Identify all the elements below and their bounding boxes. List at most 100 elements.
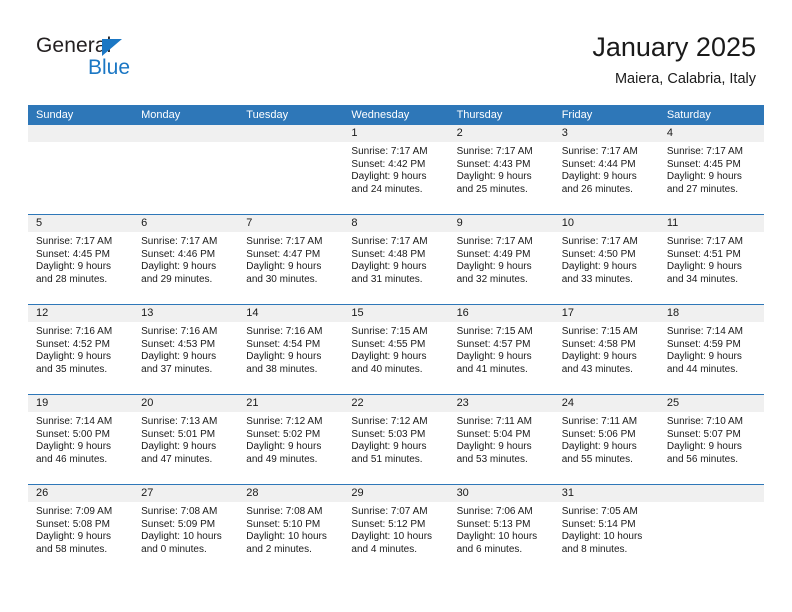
day-number[interactable]: 25	[659, 395, 764, 412]
sunset-text: Sunset: 4:47 PM	[246, 248, 321, 260]
daylight-2-text: and 32 minutes.	[456, 273, 528, 285]
day-cell[interactable]: Sunrise: 7:17 AM Sunset: 4:50 PM Daylight:…	[554, 232, 659, 304]
day-cell[interactable]: Sunrise: 7:16 AM Sunset: 4:54 PM Daylight:…	[238, 322, 343, 394]
day-cell[interactable]: Sunrise: 7:15 AM Sunset: 4:57 PM Daylight:…	[449, 322, 554, 394]
sunrise-text: Sunrise: 7:17 AM	[351, 236, 428, 247]
day-cell[interactable]: Sunrise: 7:16 AM Sunset: 4:52 PM Daylight:…	[28, 322, 133, 394]
general-blue-logo[interactable]: General Blue	[36, 34, 166, 80]
day-number-band: 26 27 28 29 30 31	[28, 485, 764, 502]
daylight-2-text: and 56 minutes.	[666, 453, 739, 465]
day-cell[interactable]: Sunrise: 7:07 AM Sunset: 5:12 PM Daylight:…	[343, 502, 448, 574]
day-number[interactable]: 9	[449, 215, 554, 232]
page-title: January 2025	[592, 32, 756, 62]
day-cell[interactable]: Sunrise: 7:17 AM Sunset: 4:48 PM Daylight:…	[343, 232, 448, 304]
day-cell[interactable]: Sunrise: 7:05 AM Sunset: 5:14 PM Daylight:…	[554, 502, 659, 574]
daylight-2-text: and 25 minutes.	[456, 183, 528, 195]
weekday-header-friday: Friday	[561, 109, 593, 121]
day-number[interactable]: 1	[343, 125, 448, 142]
daylight-2-text: and 40 minutes.	[351, 363, 423, 375]
day-cell[interactable]: Sunrise: 7:13 AM Sunset: 5:01 PM Daylight:…	[133, 412, 238, 484]
daylight-2-text: and 44 minutes.	[666, 363, 739, 375]
daylight-1-text: Daylight: 9 hours	[456, 261, 532, 273]
day-cell[interactable]: Sunrise: 7:17 AM Sunset: 4:45 PM Daylight:…	[659, 142, 764, 214]
day-cell[interactable]: Sunrise: 7:17 AM Sunset: 4:46 PM Daylight:…	[133, 232, 238, 304]
day-cell[interactable]: Sunrise: 7:12 AM Sunset: 5:03 PM Daylight:…	[343, 412, 448, 484]
daylight-2-text: and 37 minutes.	[141, 363, 213, 375]
day-cell[interactable]: Sunrise: 7:09 AM Sunset: 5:08 PM Daylight:…	[28, 502, 133, 574]
daylight-1-text: Daylight: 9 hours	[456, 441, 532, 453]
day-cell[interactable]: Sunrise: 7:15 AM Sunset: 4:55 PM Daylight:…	[343, 322, 448, 394]
day-number[interactable]: 12	[28, 305, 133, 322]
day-number[interactable]: 22	[343, 395, 448, 412]
day-cell[interactable]: Sunrise: 7:14 AM Sunset: 5:00 PM Daylight:…	[28, 412, 133, 484]
day-number[interactable]: 5	[28, 215, 133, 232]
sunrise-text: Sunrise: 7:14 AM	[666, 326, 743, 337]
day-cell[interactable]: Sunrise: 7:17 AM Sunset: 4:47 PM Daylight:…	[238, 232, 343, 304]
weekday-header-saturday: Saturday	[666, 109, 711, 121]
day-number[interactable]: 29	[343, 485, 448, 502]
sunset-text: Sunset: 5:09 PM	[141, 518, 216, 530]
day-number[interactable]: 7	[238, 215, 343, 232]
daylight-1-text: Daylight: 9 hours	[456, 351, 532, 363]
day-number[interactable]: 27	[133, 485, 238, 502]
sunrise-text: Sunrise: 7:11 AM	[456, 416, 532, 427]
day-number[interactable]: 3	[554, 125, 659, 142]
day-number[interactable]: 20	[133, 395, 238, 412]
day-number[interactable]: 17	[554, 305, 659, 322]
sunset-text: Sunset: 4:55 PM	[351, 338, 426, 350]
sunset-text: Sunset: 5:06 PM	[561, 428, 636, 440]
day-cell[interactable]: Sunrise: 7:16 AM Sunset: 4:53 PM Daylight:…	[133, 322, 238, 394]
day-cell[interactable]: Sunrise: 7:17 AM Sunset: 4:49 PM Daylight:…	[449, 232, 554, 304]
day-cell[interactable]: Sunrise: 7:06 AM Sunset: 5:13 PM Daylight:…	[449, 502, 554, 574]
day-cell[interactable]: Sunrise: 7:15 AM Sunset: 4:58 PM Daylight:…	[554, 322, 659, 394]
sunrise-text: Sunrise: 7:16 AM	[246, 326, 323, 337]
day-cell[interactable]: Sunrise: 7:17 AM Sunset: 4:45 PM Daylight:…	[28, 232, 133, 304]
day-cell[interactable]: Sunrise: 7:12 AM Sunset: 5:02 PM Daylight:…	[238, 412, 343, 484]
day-number[interactable]: 10	[554, 215, 659, 232]
daylight-2-text: and 6 minutes.	[456, 543, 523, 555]
day-number[interactable]: 23	[449, 395, 554, 412]
day-number[interactable]: 15	[343, 305, 448, 322]
day-number[interactable]: 6	[133, 215, 238, 232]
day-cell[interactable]: Sunrise: 7:10 AM Sunset: 5:07 PM Daylight:…	[659, 412, 764, 484]
day-cell[interactable]: Sunrise: 7:17 AM Sunset: 4:44 PM Daylight:…	[554, 142, 659, 214]
day-number[interactable]: 16	[449, 305, 554, 322]
day-cell[interactable]: Sunrise: 7:17 AM Sunset: 4:51 PM Daylight:…	[659, 232, 764, 304]
sunset-text: Sunset: 4:57 PM	[456, 338, 531, 350]
day-cell[interactable]: Sunrise: 7:11 AM Sunset: 5:04 PM Daylight:…	[449, 412, 554, 484]
day-detail-band: Sunrise: 7:14 AM Sunset: 5:00 PM Daylight:…	[28, 412, 764, 484]
day-number[interactable]: 19	[28, 395, 133, 412]
day-cell[interactable]: Sunrise: 7:08 AM Sunset: 5:10 PM Daylight:…	[238, 502, 343, 574]
daylight-1-text: Daylight: 9 hours	[351, 171, 427, 183]
sunrise-text: Sunrise: 7:17 AM	[351, 146, 428, 157]
sunset-text: Sunset: 5:00 PM	[36, 428, 110, 440]
day-number[interactable]: 21	[238, 395, 343, 412]
week-row: 5 6 7 8 9 10 11 Sunrise: 7:17 AM Sunset: 4:45 PM…	[28, 214, 764, 304]
day-cell[interactable]: Sunrise: 7:17 AM Sunset: 4:43 PM Daylight:…	[449, 142, 554, 214]
sunset-text: Sunset: 5:13 PM	[456, 518, 531, 530]
day-cell[interactable]: Sunrise: 7:08 AM Sunset: 5:09 PM Daylight:…	[133, 502, 238, 574]
day-number[interactable]: 28	[238, 485, 343, 502]
day-number[interactable]: 18	[659, 305, 764, 322]
sunrise-text: Sunrise: 7:17 AM	[456, 146, 533, 157]
sunrise-text: Sunrise: 7:16 AM	[36, 326, 113, 337]
day-number[interactable]: 2	[449, 125, 554, 142]
sunset-text: Sunset: 5:12 PM	[351, 518, 426, 530]
day-cell[interactable]: Sunrise: 7:17 AM Sunset: 4:42 PM Daylight:…	[343, 142, 448, 214]
day-number[interactable]: 4	[659, 125, 764, 142]
day-cell[interactable]: Sunrise: 7:14 AM Sunset: 4:59 PM Daylight:…	[659, 322, 764, 394]
day-number[interactable]: 31	[554, 485, 659, 502]
day-number[interactable]: 13	[133, 305, 238, 322]
day-number[interactable]: 11	[659, 215, 764, 232]
day-number[interactable]: 30	[449, 485, 554, 502]
day-number[interactable]: 8	[343, 215, 448, 232]
daylight-1-text: Daylight: 9 hours	[561, 441, 637, 453]
day-detail-band: Sunrise: 7:17 AM Sunset: 4:42 PM Daylight:…	[28, 142, 764, 214]
day-number[interactable]: 24	[554, 395, 659, 412]
sunset-text: Sunset: 4:52 PM	[36, 338, 110, 350]
day-number[interactable]: 26	[28, 485, 133, 502]
day-number[interactable]: 14	[238, 305, 343, 322]
sunrise-text: Sunrise: 7:12 AM	[246, 416, 323, 427]
sunset-text: Sunset: 4:44 PM	[561, 158, 636, 170]
day-cell[interactable]: Sunrise: 7:11 AM Sunset: 5:06 PM Daylight:…	[554, 412, 659, 484]
